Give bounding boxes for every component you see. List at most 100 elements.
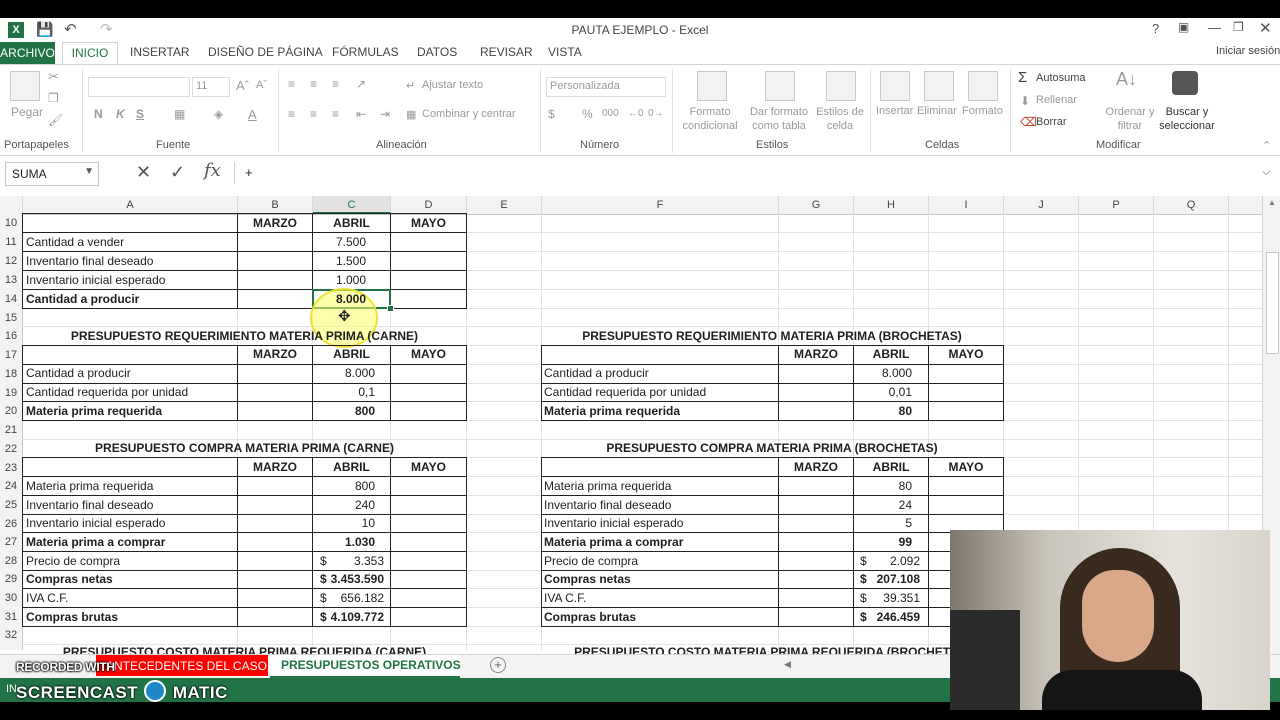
sort-filter-button[interactable]: Ordenar y filtrar [1104,105,1156,133]
row-header[interactable]: 15 [0,309,22,328]
value-cell[interactable]: 8.000 [313,364,375,383]
value-cell[interactable]: 10 [313,514,375,533]
sheet-tab-presupuestos[interactable]: PRESUPUESTOS OPERATIVOS [270,655,461,678]
decrease-decimal-icon[interactable]: 0→ [648,108,664,119]
value-cell[interactable]: 0,1 [313,383,375,402]
tab-formulas[interactable]: FÓRMULAS [332,45,399,59]
font-size-box[interactable]: 11 [192,77,230,97]
value-cell[interactable]: 656.182 [313,589,384,608]
increase-decimal-icon[interactable]: ←0 [628,108,644,119]
fill-handle[interactable] [387,305,394,312]
column-header-g[interactable]: G [779,196,854,214]
cut-icon[interactable]: ✂ [48,69,59,85]
row-header[interactable]: 18 [0,365,22,384]
label-cell[interactable]: Precio de compra [544,552,638,571]
label-cell[interactable]: Cantidad requerida por unidad [544,383,706,402]
tab-revisar[interactable]: REVISAR [480,45,533,59]
delete-button[interactable]: Eliminar [917,105,957,117]
row-header[interactable]: 10 [0,214,22,233]
row-header[interactable]: 30 [0,589,22,608]
row-header[interactable]: 11 [0,233,22,252]
header-marzo[interactable]: MARZO [779,345,853,364]
tab-archivo[interactable]: ARCHIVO [0,42,55,64]
label-cell[interactable]: Inventario final deseado [26,496,153,515]
select-all-corner[interactable] [0,196,23,214]
row-header[interactable]: 17 [0,346,22,365]
section-title[interactable]: PRESUPUESTO COSTO MATERIA PRIMA REQUERID… [22,645,467,654]
value-cell[interactable]: 8.000 [854,364,912,383]
align-right-icon[interactable]: ≡ [332,107,339,121]
merge-icon[interactable]: ▦ [406,108,416,121]
clear-button[interactable]: Borrar [1036,116,1067,128]
bold-icon[interactable]: N [94,107,103,121]
copy-icon[interactable]: ❐ [48,91,59,105]
chevron-down-icon[interactable]: ▼ [84,166,94,177]
add-sheet-icon[interactable]: + [490,657,506,673]
row-header[interactable]: 22 [0,440,22,459]
align-top-icon[interactable]: ≡ [288,77,295,91]
format-button[interactable]: Formato [962,105,1003,117]
fill-color-icon[interactable]: ◈ [214,107,223,121]
sort-filter-icon[interactable]: A↓ [1116,69,1137,90]
value-cell[interactable]: 800 [313,402,375,421]
format-table-icon[interactable] [765,71,795,101]
delete-cells-icon[interactable] [924,71,954,101]
scroll-thumb[interactable] [1266,252,1279,354]
header-abril[interactable]: ABRIL [854,458,928,477]
row-header[interactable]: 25 [0,496,22,515]
cancel-formula-icon[interactable]: ✕ [136,162,151,183]
column-header-i[interactable]: I [929,196,1004,214]
header-marzo[interactable]: MARZO [779,458,853,477]
header-marzo[interactable]: MARZO [238,214,312,233]
cell-styles-icon[interactable] [826,71,856,101]
row-header[interactable]: 13 [0,271,22,290]
value-cell[interactable]: 99 [854,533,912,552]
column-header-e[interactable]: E [467,196,542,214]
column-header-p[interactable]: P [1079,196,1154,214]
value-cell[interactable]: 240 [313,496,375,515]
value-cell[interactable]: 3.353 [313,552,384,571]
fill-icon[interactable]: ⬇ [1020,94,1030,108]
sheet-scroll-left-icon[interactable]: ◀ [784,659,791,670]
row-header[interactable]: 28 [0,552,22,571]
value-cell[interactable]: 4.109.772 [313,608,384,627]
label-cell[interactable]: Inventario inicial esperado [26,514,165,533]
clear-icon[interactable]: ⌫ [1020,115,1037,129]
header-abril[interactable]: ABRIL [313,345,390,364]
row-header[interactable]: 26 [0,515,22,534]
label-cell[interactable]: Compras brutas [26,608,118,627]
label-cell[interactable]: IVA C.F. [26,589,68,608]
enter-formula-icon[interactable]: ✓ [170,162,185,183]
header-mayo[interactable]: MAYO [929,345,1003,364]
border-icon[interactable]: ▦ [174,107,185,121]
value-cell[interactable]: 1.000 [313,271,366,290]
value-cell[interactable]: 1.030 [313,533,375,552]
label-cell[interactable]: Compras brutas [544,608,636,627]
label-cell[interactable]: Materia prima requerida [544,402,680,421]
column-header-a[interactable]: A [23,196,238,214]
orientation-icon[interactable]: ↗ [356,77,366,91]
autosum-icon[interactable]: Σ [1018,69,1027,86]
row-header[interactable]: 32 [0,626,22,645]
close-icon[interactable]: ✕ [1259,19,1272,37]
value-cell[interactable]: 80 [854,402,912,421]
help-icon[interactable]: ? [1152,21,1159,36]
paste-icon[interactable] [10,71,40,101]
label-cell[interactable]: Compras netas [26,570,113,589]
font-name-box[interactable] [88,77,190,97]
column-header-f[interactable]: F [542,196,779,214]
label-cell[interactable]: Materia prima requerida [26,477,153,496]
insert-function-icon[interactable]: fx [204,160,221,181]
italic-icon[interactable]: K [116,107,125,121]
row-header[interactable]: 20 [0,402,22,421]
column-header-q[interactable]: Q [1154,196,1229,214]
row-header[interactable]: 27 [0,533,22,552]
label-cell[interactable]: Cantidad a producir [544,364,649,383]
number-format-box[interactable]: Personalizada [546,77,666,97]
label-cell[interactable]: Cantidad requerida por unidad [26,383,188,402]
label-cell[interactable]: Inventario final deseado [544,496,671,515]
header-marzo[interactable]: MARZO [238,458,312,477]
row-header[interactable]: 16 [0,327,22,346]
row-header[interactable]: 19 [0,384,22,403]
ribbon-display-icon[interactable]: ▣ [1178,20,1189,34]
